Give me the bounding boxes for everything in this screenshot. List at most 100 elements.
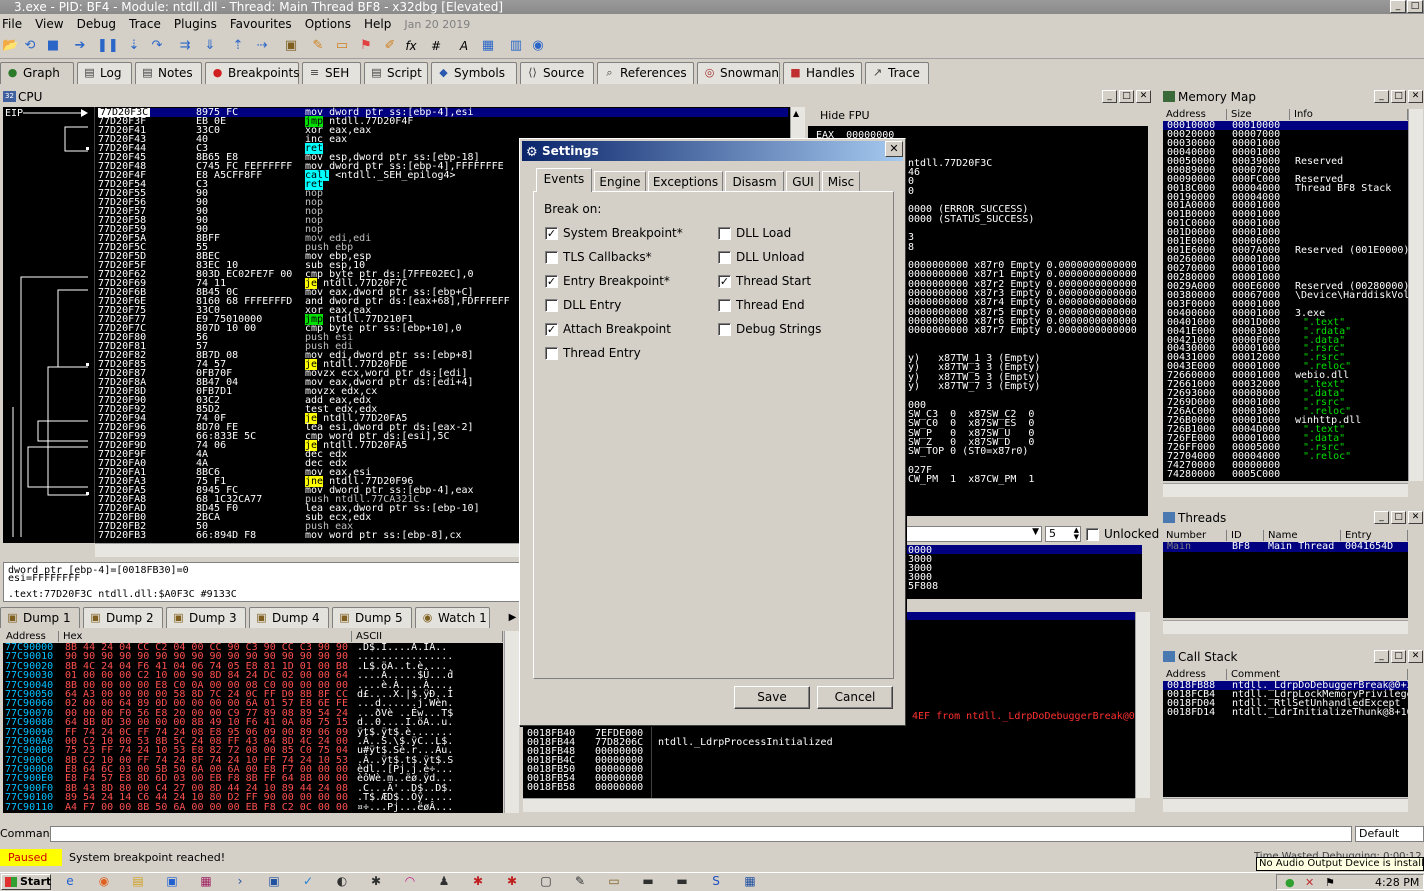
firefox-icon[interactable]: ◉: [96, 874, 112, 888]
tool-icon[interactable]: ✎: [572, 874, 588, 888]
checkbox-thread-entry[interactable]: Thread Entry: [545, 347, 641, 360]
arguments-view[interactable]: 0000 3000 3000 3000 5F808: [906, 545, 1142, 599]
menu-favourites[interactable]: Favourites: [230, 15, 292, 33]
sd-icon[interactable]: S: [708, 874, 724, 888]
run-icon[interactable]: ➔: [72, 38, 88, 54]
command-type-select[interactable]: Default: [1355, 826, 1424, 842]
checkbox-box[interactable]: ✓: [718, 275, 731, 288]
tab-symbols[interactable]: ◆ Symbols: [431, 62, 517, 84]
run-to-user-code-icon[interactable]: ⇢: [254, 38, 270, 54]
menu-help[interactable]: Help: [364, 15, 391, 33]
checkbox-box[interactable]: [718, 251, 731, 264]
checkbox-box[interactable]: [545, 251, 558, 264]
step-over-icon[interactable]: ↷: [149, 38, 165, 54]
spin-arrows-icon[interactable]: ▲ ▼: [1074, 527, 1079, 541]
debugger-icon[interactable]: ◐: [334, 874, 350, 888]
menu-options[interactable]: Options: [305, 15, 351, 33]
label-icon[interactable]: ▭: [334, 38, 350, 54]
tab-references[interactable]: ⌕ References: [597, 62, 694, 84]
execute-till-return-icon[interactable]: ⇡: [230, 38, 246, 54]
trace-over-icon[interactable]: ⇓: [202, 38, 218, 54]
open-icon[interactable]: 📂: [2, 38, 18, 54]
archive-icon[interactable]: ▦: [198, 874, 214, 888]
bookmark-icon[interactable]: ⚑: [358, 38, 374, 54]
settings-tab-exceptions[interactable]: Exceptions: [648, 171, 723, 192]
calculator-icon[interactable]: ▦: [480, 38, 496, 54]
memmap-horizontal-scrollbar[interactable]: [1163, 483, 1408, 497]
menu-plugins[interactable]: Plugins: [174, 15, 217, 33]
settings-tab-gui[interactable]: GUI: [786, 171, 820, 192]
bug-icon[interactable]: ✱: [368, 874, 384, 888]
powershell-icon[interactable]: ›: [232, 874, 248, 888]
font-icon[interactable]: A: [456, 38, 472, 54]
dump-tab-1[interactable]: ▣ Dump 1: [0, 607, 80, 628]
unlocked-checkbox[interactable]: Unlocked: [1086, 528, 1159, 541]
tab-log[interactable]: ▤ Log: [77, 62, 132, 84]
menu-trace[interactable]: Trace: [129, 15, 161, 33]
flag-icon[interactable]: ⚑: [1325, 876, 1335, 889]
checkbox-box[interactable]: [718, 227, 731, 240]
checkbox-entry-breakpoint[interactable]: ✓ Entry Breakpoint*: [545, 275, 670, 288]
checkbox-box[interactable]: ✓: [545, 275, 558, 288]
threads-horizontal-scrollbar[interactable]: [1163, 620, 1408, 634]
checkbox-thread-end[interactable]: Thread End: [718, 299, 805, 312]
bug2-icon[interactable]: ✱: [470, 874, 486, 888]
dump-view[interactable]: 77C90000 8B 44 24 04 CC C2 04 00 CC 90 C3…: [3, 643, 503, 813]
callstack-view[interactable]: 0018FB88 ntdll._LdrpDoDebuggerBreak@0+2 00…: [1163, 681, 1408, 797]
comment-icon[interactable]: ✎: [310, 38, 326, 54]
step-into-icon[interactable]: ⇣: [126, 38, 142, 54]
dump-tab-6[interactable]: ◉ Watch 1: [415, 607, 490, 628]
check-icon[interactable]: ✓: [300, 874, 316, 888]
settings-close-button[interactable]: ✕: [885, 141, 903, 157]
menu-file[interactable]: File: [2, 15, 22, 33]
minimize-button[interactable]: _: [1390, 0, 1406, 13]
cpu-close-button[interactable]: ✕: [1136, 90, 1151, 103]
checkbox-dll-unload[interactable]: DLL Unload: [718, 251, 804, 264]
hide-fpu-button[interactable]: Hide FPU: [820, 109, 870, 122]
tab-seh[interactable]: ≡ SEH: [302, 62, 361, 84]
settings-tab-misc[interactable]: Misc: [822, 171, 860, 192]
dump-row[interactable]: 77C90110 A4 F7 00 00 8B 50 6A 00 00 00 EB…: [5, 802, 503, 812]
dump-vertical-scrollbar[interactable]: [504, 631, 519, 813]
checkbox-dll-load[interactable]: DLL Load: [718, 227, 791, 240]
ie-icon[interactable]: e: [62, 874, 78, 888]
argument-combo[interactable]: ▼: [906, 526, 1042, 542]
stack-horizontal-scrollbar[interactable]: [523, 798, 1135, 812]
tab-handles[interactable]: ■ Handles: [783, 62, 862, 84]
tab-source[interactable]: ⟨⟩ Source: [520, 62, 594, 84]
dump-tab-5[interactable]: ▣ Dump 5: [332, 607, 412, 628]
dump-tab-2[interactable]: ▣ Dump 2: [83, 607, 163, 628]
screen-icon[interactable]: ▣: [164, 874, 180, 888]
scylla-icon[interactable]: ▣: [283, 38, 299, 54]
restart-icon[interactable]: ⟲: [22, 38, 38, 54]
tab-script[interactable]: ▤ Script: [364, 62, 428, 84]
checkbox-box[interactable]: ✓: [545, 227, 558, 240]
cmd-icon[interactable]: ▬: [674, 874, 690, 888]
tab-notes[interactable]: ▤ Notes: [135, 62, 202, 84]
checkbox-box[interactable]: ✓: [545, 323, 558, 336]
maximize-button[interactable]: □: [1407, 0, 1423, 13]
checkbox-box[interactable]: [545, 299, 558, 312]
checkbox-tls-callbacks[interactable]: TLS Callbacks*: [545, 251, 652, 264]
argument-count-spin[interactable]: 5 ▲ ▼: [1045, 526, 1081, 542]
chess-icon[interactable]: ♟: [436, 874, 452, 888]
cpu-restore-button[interactable]: □: [1119, 90, 1134, 103]
tab-trace[interactable]: ↗ Trace: [865, 62, 929, 84]
dump-tab-3[interactable]: ▣ Dump 3: [166, 607, 246, 628]
save-button[interactable]: Save: [734, 686, 810, 709]
callstack-close-button[interactable]: ✕: [1408, 650, 1423, 663]
menu-debug[interactable]: Debug: [77, 15, 116, 33]
checkbox-dll-entry[interactable]: DLL Entry: [545, 299, 621, 312]
settings-tab-events[interactable]: Events: [536, 168, 592, 192]
tab-snowman[interactable]: ◎ Snowman: [697, 62, 780, 84]
tabs-scroll-right-icon[interactable]: ▶: [505, 609, 520, 627]
checkbox-attach-breakpoint[interactable]: ✓ Attach Breakpoint: [545, 323, 671, 336]
callstack-minimize-button[interactable]: _: [1374, 650, 1389, 663]
cancel-button[interactable]: Cancel: [817, 686, 893, 709]
tab-graph[interactable]: ● Graph: [0, 62, 74, 84]
bug3-icon[interactable]: ✱: [504, 874, 520, 888]
window-icon[interactable]: ▢: [538, 874, 554, 888]
network-icon[interactable]: ●: [1285, 876, 1295, 889]
close-icon[interactable]: ■: [45, 38, 61, 54]
thread-row-selected[interactable]: Main BF8 Main Thread 0041654D: [1163, 542, 1408, 552]
